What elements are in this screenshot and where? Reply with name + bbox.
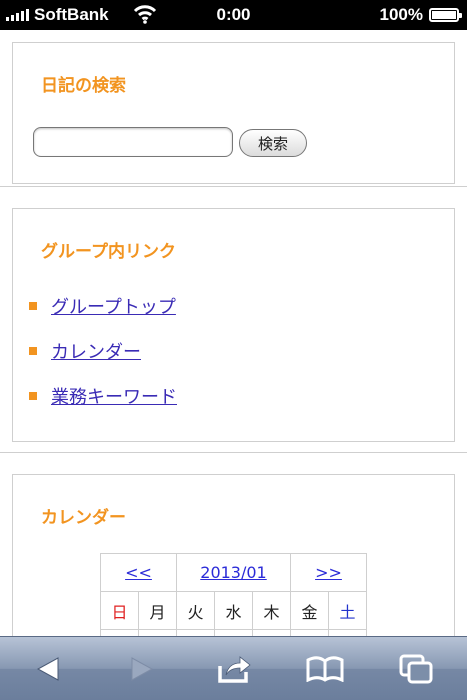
tabs-icon xyxy=(399,654,433,684)
bullet-icon xyxy=(29,392,37,400)
calendar-nav-row: << 2013/01 >> xyxy=(100,553,367,592)
diary-search-title: 日記の検索 xyxy=(41,76,126,96)
list-item: カレンダー xyxy=(29,338,141,364)
bookmarks-button[interactable] xyxy=(305,651,345,687)
forward-button[interactable] xyxy=(122,651,162,687)
battery-icon xyxy=(429,8,462,22)
search-input[interactable] xyxy=(33,127,233,157)
calendar-prev-cell: << xyxy=(100,553,177,592)
forward-icon xyxy=(131,657,154,681)
weekday-sun: 日 xyxy=(100,591,139,630)
calendar-month-link[interactable]: 2013/01 xyxy=(200,563,266,582)
search-button[interactable]: 検索 xyxy=(239,129,307,157)
weekday-sat: 土 xyxy=(328,591,367,630)
weekday-thu: 木 xyxy=(252,591,291,630)
group-links-panel: グループ内リンク グループトップ カレンダー 業務キーワード xyxy=(12,208,455,442)
page-content[interactable]: 日記の検索 検索 グループ内リンク グループトップ カレンダー 業務キーワード … xyxy=(0,30,467,636)
weekday-mon: 月 xyxy=(138,591,177,630)
link-business-keywords[interactable]: 業務キーワード xyxy=(51,383,177,409)
calendar-next-link[interactable]: >> xyxy=(315,563,342,582)
list-item: 業務キーワード xyxy=(29,383,177,409)
bullet-icon xyxy=(29,347,37,355)
status-bar: SoftBank 0:00 100% xyxy=(0,0,467,30)
share-icon xyxy=(218,656,251,683)
bullet-icon xyxy=(29,302,37,310)
browser-toolbar xyxy=(0,636,467,700)
bookmarks-icon xyxy=(306,656,344,682)
weekday-tue: 火 xyxy=(176,591,215,630)
diary-search-panel: 日記の検索 検索 xyxy=(12,42,455,184)
divider xyxy=(0,186,467,187)
battery-percent: 100% xyxy=(379,5,423,24)
link-calendar[interactable]: カレンダー xyxy=(51,338,141,364)
back-button[interactable] xyxy=(28,651,68,687)
calendar-title: カレンダー xyxy=(41,508,126,528)
weekday-wed: 水 xyxy=(214,591,253,630)
calendar-table: << 2013/01 >> 日 月 火 水 木 金 土 xyxy=(100,553,367,636)
group-links-title: グループ内リンク xyxy=(41,242,176,262)
calendar-panel: カレンダー << 2013/01 >> 日 月 火 水 木 金 土 xyxy=(12,474,455,636)
calendar-prev-link[interactable]: << xyxy=(125,563,152,582)
list-item: グループトップ xyxy=(29,293,176,319)
share-button[interactable] xyxy=(214,651,254,687)
calendar-month-cell: 2013/01 xyxy=(176,553,291,592)
weekday-fri: 金 xyxy=(290,591,329,630)
back-icon xyxy=(36,657,59,681)
calendar-weekday-row: 日 月 火 水 木 金 土 xyxy=(100,591,367,630)
battery-fill xyxy=(432,11,456,19)
tabs-button[interactable] xyxy=(396,651,436,687)
link-group-top[interactable]: グループトップ xyxy=(51,293,176,319)
divider xyxy=(0,452,467,453)
calendar-next-cell: >> xyxy=(290,553,367,592)
